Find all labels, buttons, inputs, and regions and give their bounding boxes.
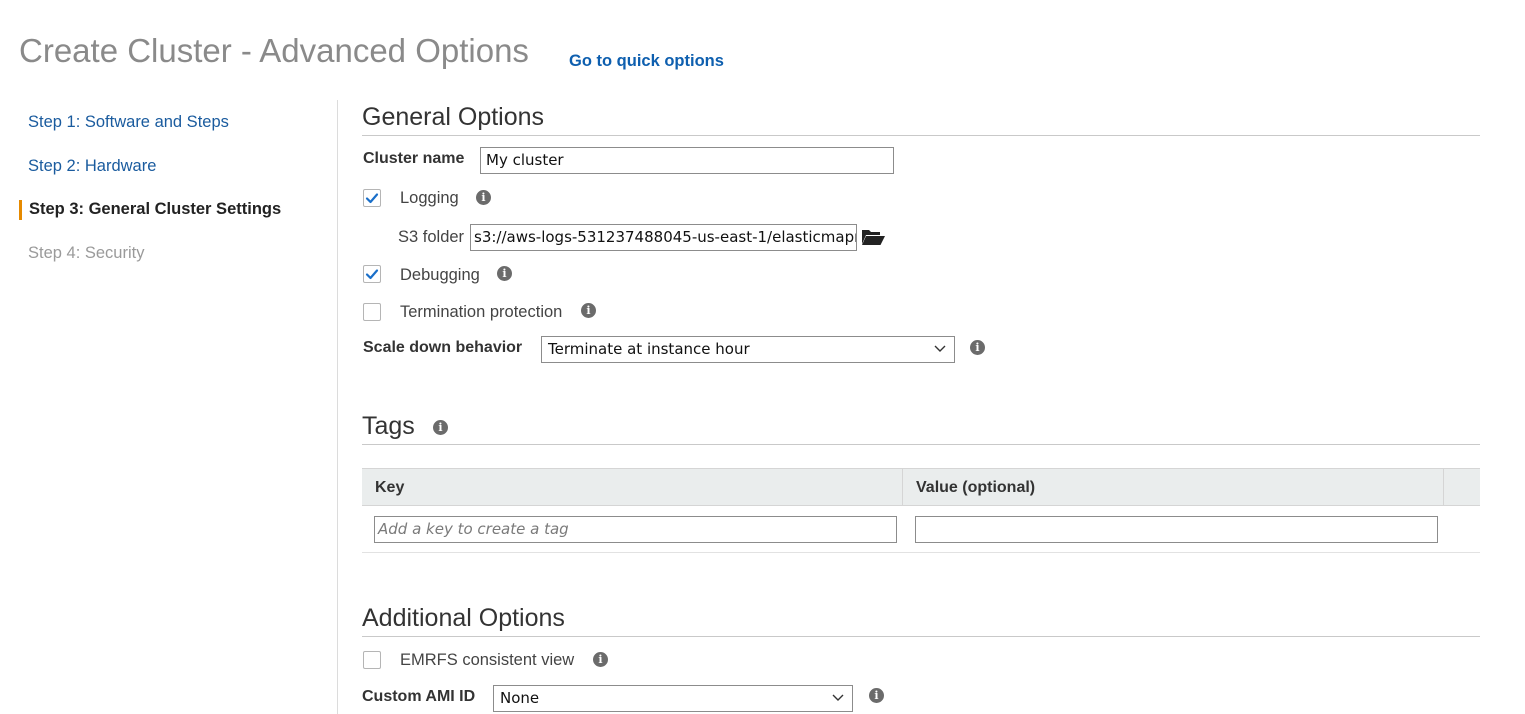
- column-separator: [902, 469, 903, 505]
- active-step-indicator: [19, 200, 22, 220]
- debugging-label: Debugging: [400, 266, 480, 284]
- tags-row-divider: [362, 552, 1480, 553]
- step-general-cluster-settings[interactable]: Step 3: General Cluster Settings: [29, 200, 281, 219]
- emrfs-consistent-view-checkbox[interactable]: [363, 651, 381, 669]
- termination-info-icon[interactable]: i: [581, 303, 596, 318]
- column-separator: [1443, 469, 1444, 505]
- step-software-and-steps[interactable]: Step 1: Software and Steps: [28, 113, 229, 132]
- go-to-quick-options-link[interactable]: Go to quick options: [569, 52, 724, 71]
- chevron-down-icon: [934, 345, 946, 352]
- tag-key-placeholder: Add a key to create a tag: [378, 520, 569, 538]
- step-hardware[interactable]: Step 2: Hardware: [28, 157, 156, 176]
- logging-checkbox[interactable]: [363, 189, 381, 207]
- emrfs-consistent-view-label: EMRFS consistent view: [400, 651, 575, 669]
- general-options-heading: General Options: [362, 103, 545, 131]
- cluster-name-input[interactable]: My cluster: [480, 147, 894, 174]
- debugging-checkbox[interactable]: [363, 265, 381, 283]
- scale-down-behavior-select[interactable]: Terminate at instance hour: [541, 336, 955, 363]
- value-column-header: Value (optional): [916, 479, 1036, 496]
- folder-open-icon[interactable]: [861, 227, 886, 252]
- scale-down-behavior-value: Terminate at instance hour: [548, 340, 750, 358]
- scale-down-behavior-label: Scale down behavior: [363, 339, 523, 356]
- step-security: Step 4: Security: [28, 244, 145, 262]
- nav-divider: [337, 100, 338, 714]
- emrfs-info-icon[interactable]: i: [593, 652, 608, 667]
- termination-protection-label: Termination protection: [400, 303, 563, 321]
- logging-label: Logging: [400, 189, 459, 207]
- custom-ami-id-select[interactable]: None: [493, 685, 853, 712]
- debugging-info-icon[interactable]: i: [497, 266, 512, 281]
- custom-ami-id-value: None: [500, 689, 540, 707]
- chevron-down-icon: [832, 694, 844, 701]
- check-icon: [365, 269, 379, 280]
- tags-info-icon[interactable]: i: [433, 420, 448, 435]
- tags-heading: Tags: [362, 412, 415, 440]
- s3-folder-input[interactable]: s3://aws-logs-531237488045-us-east-1/ela…: [470, 224, 857, 251]
- scale-down-info-icon[interactable]: i: [970, 340, 985, 355]
- tag-key-input[interactable]: Add a key to create a tag: [374, 516, 897, 543]
- custom-ami-info-icon[interactable]: i: [869, 688, 884, 703]
- tag-value-input[interactable]: [915, 516, 1438, 543]
- tags-divider: [362, 444, 1480, 445]
- logging-info-icon[interactable]: i: [476, 190, 491, 205]
- termination-protection-checkbox[interactable]: [363, 303, 381, 321]
- page-title: Create Cluster - Advanced Options: [19, 32, 529, 69]
- custom-ami-id-label: Custom AMI ID: [362, 688, 476, 705]
- check-icon: [365, 193, 379, 204]
- additional-options-divider: [362, 636, 1480, 637]
- general-options-divider: [362, 135, 1480, 136]
- s3-folder-label: S3 folder: [398, 228, 465, 246]
- cluster-name-label: Cluster name: [363, 150, 465, 167]
- key-column-header: Key: [375, 479, 405, 496]
- additional-options-heading: Additional Options: [362, 604, 565, 632]
